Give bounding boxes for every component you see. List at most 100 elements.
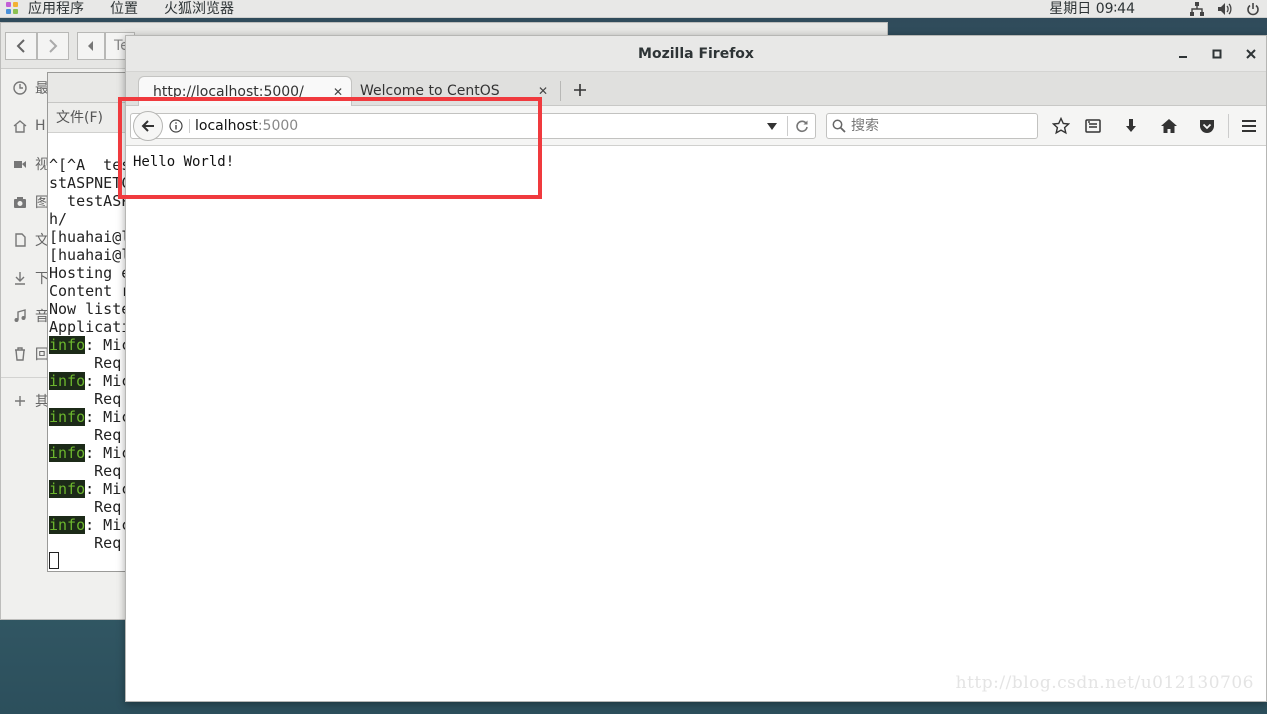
sidebar-item-downloads[interactable]: 下 [1,259,49,297]
url-text[interactable]: localhost:5000 [195,114,298,138]
info-icon[interactable] [169,119,183,133]
music-icon [14,309,26,322]
chevron-left-icon [16,39,25,53]
downloads-button[interactable] [1120,115,1142,137]
tab-divider [560,81,561,101]
forward-button[interactable] [37,32,69,60]
log-text: : Mic [85,372,131,390]
terminal-log-line: info: Mic [49,516,136,534]
pocket-button[interactable] [1196,115,1218,137]
sidebar-item-music[interactable]: 音 [1,297,49,335]
reload-icon[interactable] [795,119,809,133]
terminal-line: ^[^A tes [49,156,131,174]
document-icon [15,233,26,247]
home-icon [13,120,27,133]
arrow-left-icon [141,120,154,132]
terminal-menu-file[interactable]: 文件(F) [56,110,103,126]
terminal-line: Req [49,498,122,516]
terminal-log-line: info: Mic [49,372,136,390]
terminal-log-line: info: Mic [49,480,136,498]
terminal-line: h/ [49,210,68,228]
sidebar-item-pictures[interactable]: 图 [1,183,49,221]
sidebar-item-label: H [35,118,46,134]
tab-welcome-centos[interactable]: Welcome to CentOS ✕ [346,76,556,106]
library-button[interactable] [1082,115,1104,137]
toolbar-divider [1228,114,1229,138]
sidebar-item-videos[interactable]: 视 [1,145,49,183]
log-text: : Mic [85,336,131,354]
page-body-text: Hello World! [133,154,235,170]
places-menu[interactable]: 位置 [110,0,138,18]
bookmark-star-button[interactable] [1050,115,1072,137]
menu-button[interactable] [1238,115,1260,137]
home-button[interactable] [1158,115,1180,137]
hamburger-icon [1242,120,1256,132]
navigation-toolbar: localhost:5000 搜索 [126,106,1266,146]
log-level-badge: info [49,480,86,498]
maximize-icon [1212,49,1222,59]
active-app-menu[interactable]: 火狐浏览器 [164,0,234,18]
back-button[interactable] [133,111,163,141]
chevron-right-icon [49,39,58,53]
urlbar-divider [787,116,788,136]
log-level-badge: info [49,408,86,426]
power-icon[interactable] [1245,1,1261,17]
close-window-button[interactable] [1236,36,1266,72]
terminal-cursor [49,552,59,569]
camera-icon [14,197,26,208]
terminal-line: Req [49,462,122,480]
back-button[interactable] [5,32,37,60]
terminal-line: [huahai@l [49,228,131,246]
terminal-log-line: info: Mic [49,444,136,462]
url-host: localhost [195,118,258,134]
sidebar-divider [1,377,49,378]
close-tab-icon[interactable]: ✕ [333,77,343,107]
sidebar-item-home[interactable]: H [1,107,49,145]
watermark: http://blog.csdn.net/u012130706 [955,673,1254,693]
tab-label: http://localhost:5000/ [153,84,304,100]
new-tab-button[interactable] [570,76,590,104]
window-title: Mozilla Firefox [638,46,754,62]
terminal-line: Req [49,534,122,552]
log-level-badge: info [49,372,86,390]
tab-strip: http://localhost:5000/ ✕ Welcome to Cent… [126,72,1266,106]
maximize-button[interactable] [1202,36,1232,72]
terminal-log-line: info: Mic [49,336,136,354]
terminal-log-line: info: Mic [49,408,136,426]
network-icon[interactable] [1189,1,1205,17]
sidebar-item-other-locations[interactable]: 其 [1,382,49,420]
plus-icon [574,84,586,96]
tab-label: Welcome to CentOS [360,83,500,99]
url-bar[interactable]: localhost:5000 [130,111,816,141]
tab-localhost[interactable]: http://localhost:5000/ ✕ [138,76,352,106]
volume-icon[interactable] [1217,1,1233,17]
terminal-line: [huahai@l [49,246,131,264]
terminal-line: Content r [49,282,131,300]
path-left-button[interactable] [77,32,105,60]
log-level-badge: info [49,516,86,534]
terminal-line: Req [49,390,122,408]
video-icon [14,161,26,168]
terminal-window: 文件(F) ^[^A tes stASPNETC testASP h/[huahai… [47,72,137,572]
sidebar-item-trash[interactable]: 回 [1,335,49,373]
reading-list-icon [1085,119,1101,133]
activities-logo-icon[interactable] [6,2,20,16]
download-arrow-icon [1126,119,1136,132]
clock[interactable]: 星期日 09∶44 [1049,0,1135,18]
close-tab-icon[interactable]: ✕ [538,76,548,106]
terminal-line: Req [49,426,122,444]
plus-icon [15,396,25,406]
trash-icon [15,347,25,361]
sidebar-item-recent[interactable]: 最 [1,69,49,107]
sidebar-item-documents[interactable]: 文 [1,221,49,259]
top-bar: 应用程序 位置 火狐浏览器 星期日 09∶44 [0,0,1267,18]
dropdown-arrow-icon[interactable] [767,123,777,130]
minimize-button[interactable] [1168,36,1198,72]
terminal-output[interactable]: ^[^A tes stASPNETC testASP h/[huahai@l [hua… [48,133,136,570]
log-text: : Mic [85,480,131,498]
search-input[interactable]: 搜索 [826,113,1038,139]
terminal-line: Hosting e [49,264,131,282]
terminal-line: Req [49,354,122,372]
applications-menu[interactable]: 应用程序 [28,0,84,18]
terminal-line: Applicati [49,318,131,336]
